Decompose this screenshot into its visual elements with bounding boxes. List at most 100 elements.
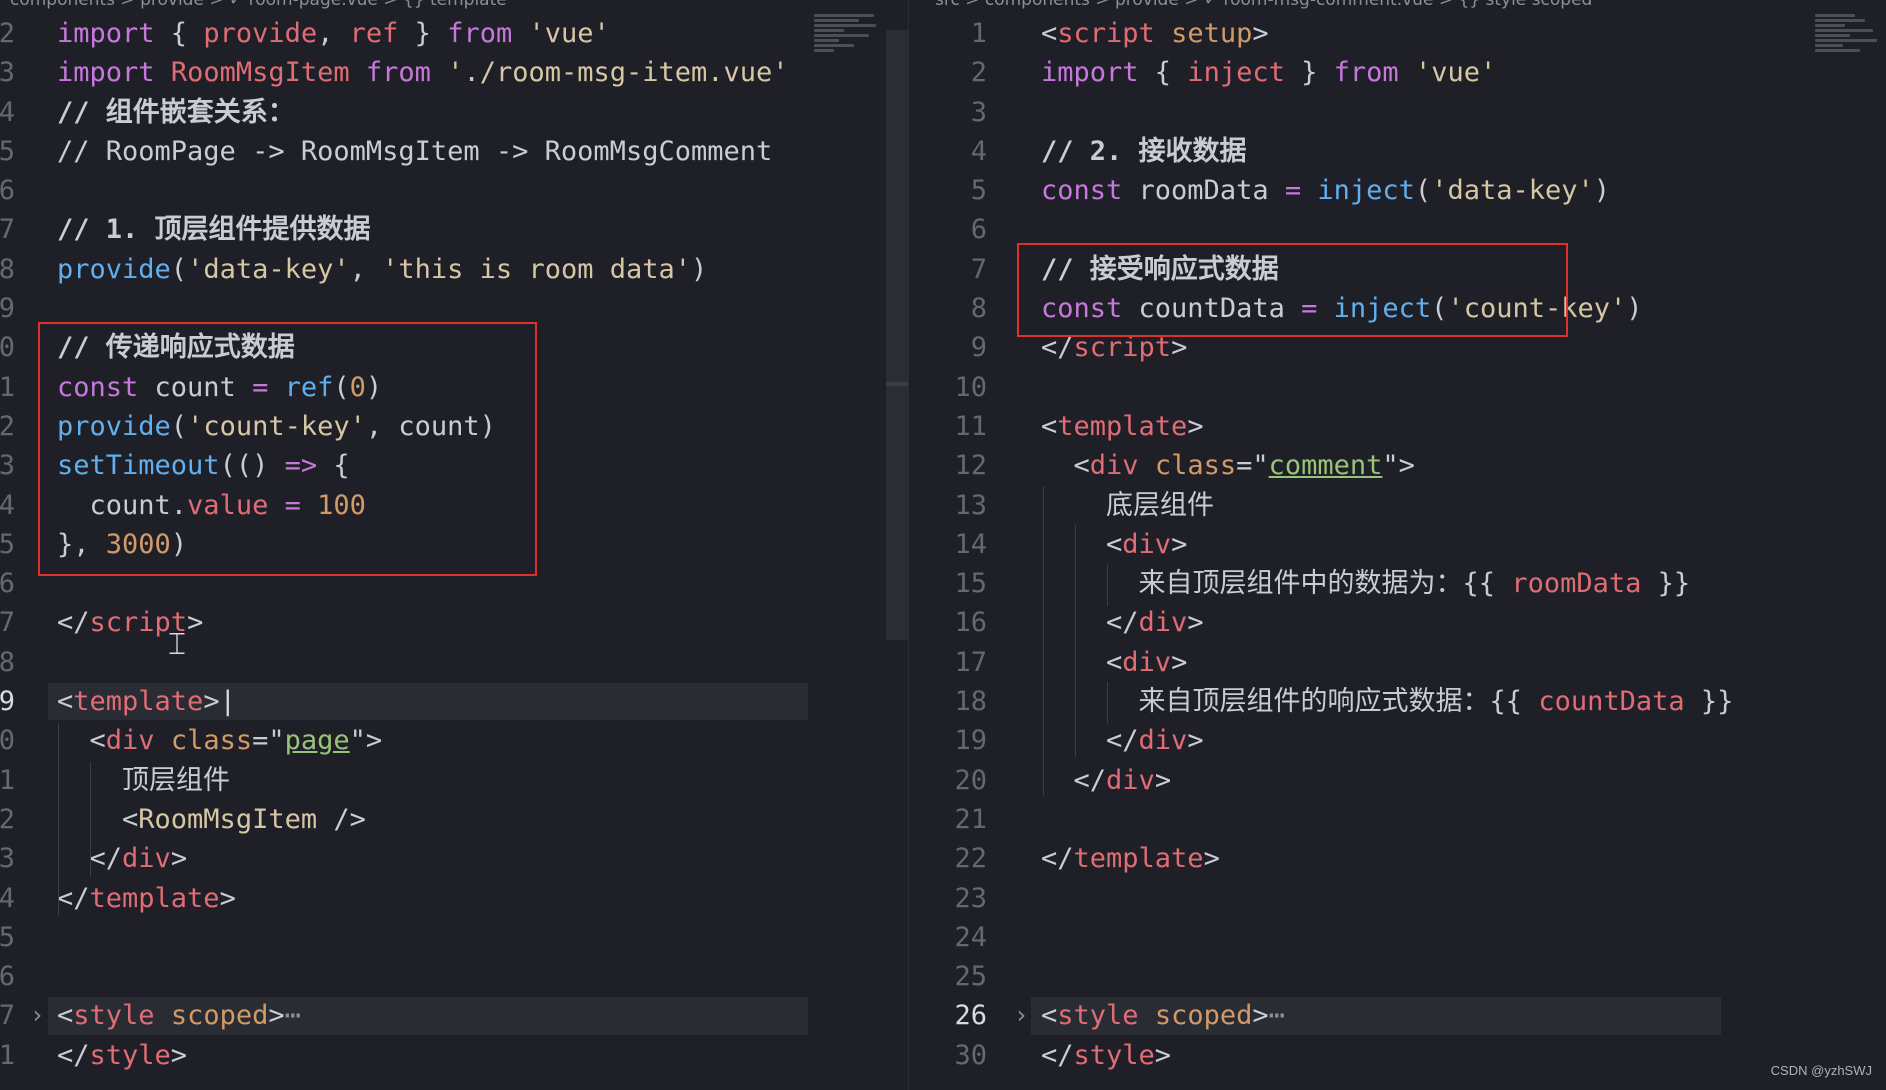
code-line[interactable]: 6 bbox=[909, 210, 1886, 249]
code-text: <div class="comment"> bbox=[1041, 446, 1415, 485]
code-line[interactable]: 14 <div> bbox=[909, 525, 1886, 564]
code-area[interactable]: 1 <script setup> 2 import { inject } from '… bbox=[909, 14, 1886, 1075]
code-line[interactable]: 21 bbox=[909, 800, 1886, 839]
code-line[interactable]: 7 › <style scoped>⋯ bbox=[0, 996, 908, 1036]
code-token: { bbox=[1138, 57, 1188, 89]
code-token: < bbox=[1041, 18, 1058, 49]
code-line[interactable]: 26 › <style scoped>⋯ bbox=[909, 996, 1886, 1036]
code-token: > bbox=[1154, 764, 1172, 796]
code-token: 来自顶层组件的响应式数据：{{ bbox=[1041, 686, 1539, 718]
code-token: < bbox=[57, 1000, 74, 1032]
code-token: div bbox=[1089, 450, 1139, 482]
code-token: =" bbox=[1236, 450, 1269, 482]
code-line[interactable]: 30 </style> bbox=[909, 1036, 1886, 1075]
code-line[interactable]: 22 </template> bbox=[909, 839, 1886, 878]
code-line[interactable]: 7 </script> bbox=[0, 603, 908, 642]
code-line[interactable]: 23 bbox=[909, 879, 1886, 918]
code-line[interactable]: 1 <script setup> bbox=[909, 14, 1886, 53]
code-line[interactable]: 4 count.value = 100 bbox=[0, 486, 908, 525]
code-line[interactable]: 8 const countData = inject('count-key') bbox=[909, 289, 1886, 328]
code-token: > bbox=[219, 882, 236, 914]
line-number: 1 bbox=[970, 18, 987, 49]
code-token: 顶层组件 bbox=[57, 764, 231, 796]
code-token: style bbox=[89, 1039, 171, 1071]
code-line[interactable]: 2 import { provide, ref } from 'vue' bbox=[0, 14, 908, 53]
code-line[interactable]: 5 // RoomPage -> RoomMsgItem -> RoomMsgCo… bbox=[0, 132, 908, 171]
line-number: 23 bbox=[954, 882, 987, 914]
code-line[interactable]: 4 // 2. 接收数据 bbox=[909, 132, 1886, 171]
minimap[interactable] bbox=[1815, 12, 1885, 92]
code-line[interactable]: 0 // 传递响应式数据 bbox=[0, 328, 908, 367]
code-line[interactable]: 9 </script> bbox=[909, 328, 1886, 367]
code-line[interactable]: 8 provide('data-key', 'this is room data'… bbox=[0, 250, 908, 289]
code-line[interactable]: 7 // 1. 顶层组件提供数据 bbox=[0, 210, 908, 249]
code-token: /> bbox=[317, 803, 366, 835]
code-text: // 传递响应式数据 bbox=[57, 328, 295, 367]
code-line[interactable]: 0 <div class="page"> bbox=[0, 721, 908, 760]
code-line[interactable]: 1 顶层组件 bbox=[0, 761, 908, 800]
code-line[interactable]: 4 // 组件嵌套关系： bbox=[0, 93, 908, 132]
code-line[interactable]: 5 bbox=[0, 918, 908, 957]
code-token: > bbox=[170, 1039, 188, 1071]
code-line[interactable]: 1 const count = ref(0) bbox=[0, 368, 908, 407]
code-line[interactable]: 3 setTimeout(() => { bbox=[0, 446, 908, 485]
minimap[interactable] bbox=[814, 12, 884, 92]
editor-pane-right[interactable]: src > components > provide > ✓ room-msg-… bbox=[908, 0, 1886, 1090]
code-line[interactable]: 2 provide('count-key', count) bbox=[0, 407, 908, 446]
indent-guide bbox=[1107, 682, 1108, 724]
editor-pane-left[interactable]: components > provide > ✓ room-page.vue >… bbox=[0, 0, 908, 1090]
code-token: > bbox=[1187, 607, 1204, 639]
indent-guide bbox=[90, 762, 91, 877]
code-text: 来自顶层组件的响应式数据：{{ countData }} bbox=[1041, 682, 1734, 721]
line-number: 10 bbox=[954, 371, 987, 403]
code-line[interactable]: 1 </style> bbox=[0, 1036, 908, 1075]
code-line[interactable]: 7 // 接受响应式数据 bbox=[909, 250, 1886, 289]
code-token: ) bbox=[170, 528, 188, 560]
code-token: ) bbox=[365, 371, 383, 403]
code-line[interactable]: 2 <RoomMsgItem /> bbox=[0, 800, 908, 839]
code-line[interactable]: 11 <template> bbox=[909, 407, 1886, 446]
code-text: </div> bbox=[1041, 721, 1204, 760]
code-line[interactable]: 12 <div class="comment"> bbox=[909, 446, 1886, 485]
code-line[interactable]: 8 bbox=[0, 643, 908, 682]
code-line[interactable]: 6 bbox=[0, 171, 908, 210]
code-line[interactable]: 3 </div> bbox=[0, 839, 908, 878]
code-line[interactable]: 2 import { inject } from 'vue' bbox=[909, 53, 1886, 92]
code-line[interactable]: 10 bbox=[909, 368, 1886, 407]
code-line[interactable]: 5}, 3000) bbox=[0, 525, 908, 564]
code-token: > bbox=[268, 1000, 285, 1032]
code-token: | bbox=[219, 686, 236, 718]
code-line[interactable]: 6 bbox=[0, 957, 908, 996]
code-line[interactable]: 15 来自顶层组件中的数据为：{{ roomData }} bbox=[909, 564, 1886, 603]
breadcrumb[interactable]: src > components > provide > ✓ room-msg-… bbox=[935, 0, 1592, 10]
chevron-right-icon[interactable]: › bbox=[30, 996, 44, 1035]
code-line[interactable]: 6 bbox=[0, 564, 908, 603]
code-token: , bbox=[317, 18, 350, 49]
code-line[interactable]: 3 bbox=[909, 93, 1886, 132]
code-line[interactable]: 25 bbox=[909, 957, 1886, 996]
code-line[interactable]: 4 </template> bbox=[0, 879, 908, 918]
code-line[interactable]: 13 底层组件 bbox=[909, 486, 1886, 525]
code-line[interactable]: 19 </div> bbox=[909, 721, 1886, 760]
code-token: page bbox=[284, 725, 350, 757]
code-line[interactable]: 18 来自顶层组件的响应式数据：{{ countData }} bbox=[909, 682, 1886, 721]
chevron-right-icon[interactable]: › bbox=[1014, 996, 1028, 1035]
code-token: < bbox=[1041, 1000, 1058, 1032]
scrollbar[interactable] bbox=[886, 30, 908, 640]
code-line[interactable]: 17 <div> bbox=[909, 643, 1886, 682]
breadcrumb[interactable]: components > provide > ✓ room-page.vue >… bbox=[10, 0, 507, 10]
code-line[interactable]: 20 </div> bbox=[909, 761, 1886, 800]
code-line[interactable]: 9 bbox=[0, 289, 908, 328]
code-line[interactable]: 24 bbox=[909, 918, 1886, 957]
code-token: = bbox=[252, 371, 269, 403]
code-area[interactable]: 2 import { provide, ref } from 'vue' 3 impo… bbox=[0, 14, 908, 1075]
scrollbar-thumb[interactable] bbox=[886, 382, 908, 386]
code-text: <template> bbox=[1041, 407, 1204, 446]
code-text: // 接受响应式数据 bbox=[1041, 250, 1279, 289]
code-line[interactable]: 9 <template>| bbox=[0, 682, 908, 721]
code-token: div bbox=[105, 725, 155, 757]
code-line[interactable]: 5 const roomData = inject('data-key') bbox=[909, 171, 1886, 210]
code-line[interactable]: 16 </div> bbox=[909, 603, 1886, 642]
code-token: 3000 bbox=[105, 528, 171, 560]
code-line[interactable]: 3 import RoomMsgItem from './room-msg-ite… bbox=[0, 53, 908, 92]
